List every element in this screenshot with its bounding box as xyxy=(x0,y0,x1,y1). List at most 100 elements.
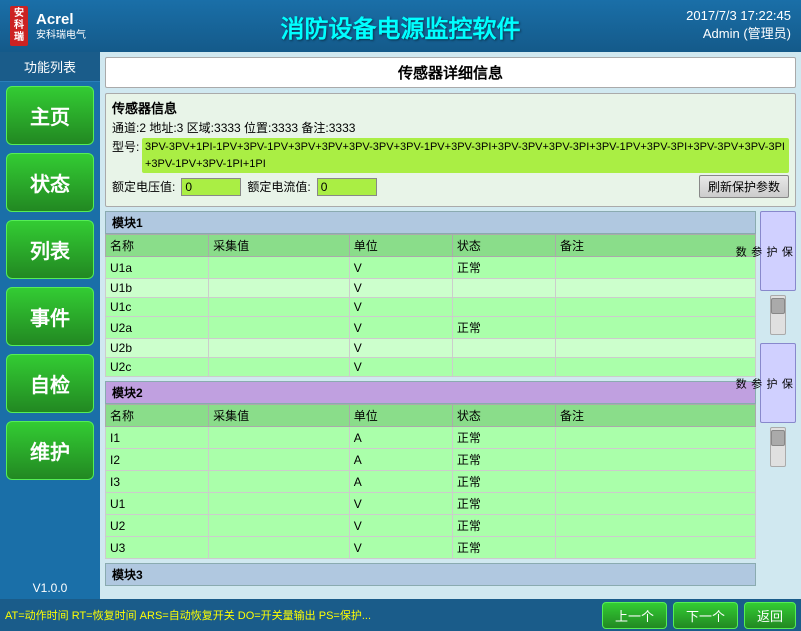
m2-cell-name: U3 xyxy=(106,537,209,559)
m2-cell-name: U1 xyxy=(106,493,209,515)
m1-cell-value xyxy=(209,257,350,279)
m2-cell-value xyxy=(209,471,350,493)
refresh-protect-btn[interactable]: 刷新保护参数 xyxy=(699,175,789,198)
m1-cell-unit: V xyxy=(349,298,452,317)
sidebar-item-home[interactable]: 主页 xyxy=(6,86,94,145)
m2-cell-status: 正常 xyxy=(452,449,555,471)
m1-col-unit: 单位 xyxy=(349,235,452,257)
m1-cell-note xyxy=(556,358,756,377)
m2-cell-name: U2 xyxy=(106,515,209,537)
scrollbar-2[interactable] xyxy=(770,427,786,467)
next-btn[interactable]: 下一个 xyxy=(673,602,738,629)
m1-cell-name: U2a xyxy=(106,317,209,339)
m1-cell-name: U1a xyxy=(106,257,209,279)
m2-cell-name: I2 xyxy=(106,449,209,471)
prev-btn[interactable]: 上一个 xyxy=(602,602,667,629)
show-protect-btn-2[interactable]: 显示保护参数 xyxy=(760,343,796,423)
type-value: 3PV-3PV+1PI-1PV+3PV-1PV+3PV+3PV+3PV-3PV+… xyxy=(142,138,789,173)
rated-row: 额定电压值: 额定电流值: 刷新保护参数 xyxy=(112,175,789,198)
m1-cell-unit: V xyxy=(349,339,452,358)
m2-cell-status: 正常 xyxy=(452,493,555,515)
rated-voltage-input[interactable] xyxy=(181,178,241,196)
sidebar-item-list[interactable]: 列表 xyxy=(6,220,94,279)
sensor-channel: 通道:2 地址:3 区域:3333 位置:3333 备注:3333 xyxy=(112,119,789,136)
m1-cell-note xyxy=(556,339,756,358)
module3-title: 模块3 xyxy=(105,563,756,586)
m2-cell-unit: V xyxy=(349,515,452,537)
m2-cell-note xyxy=(556,493,756,515)
m2-cell-name: I1 xyxy=(106,427,209,449)
sidebar-item-status[interactable]: 状态 xyxy=(6,153,94,212)
m1-cell-value xyxy=(209,339,350,358)
main-layout: 功能列表 主页 状态 列表 事件 自检 维护 V1.0.0 传感器详细信息 传感… xyxy=(0,52,801,599)
app-title: 消防设备电源监控软件 xyxy=(281,9,521,44)
logo-area: 安科瑞 Acrel 安科瑞电气 xyxy=(10,6,86,46)
module1-table: 名称 采集值 单位 状态 备注 U1a V 正常 U1b xyxy=(105,234,756,377)
sensor-type-row: 型号: 3PV-3PV+1PI-1PV+3PV-1PV+3PV+3PV+3PV-… xyxy=(112,138,789,173)
m1-cell-value xyxy=(209,358,350,377)
m2-cell-unit: A xyxy=(349,471,452,493)
sensor-info-title: 传感器信息 xyxy=(112,98,789,117)
brand-name: Acrel xyxy=(36,10,86,30)
content-area: 传感器详细信息 传感器信息 通道:2 地址:3 区域:3333 位置:3333 … xyxy=(100,52,801,599)
m1-cell-value xyxy=(209,317,350,339)
m1-cell-status xyxy=(452,298,555,317)
scrollbar-thumb-2 xyxy=(771,430,785,446)
m2-cell-note xyxy=(556,427,756,449)
logo-text: Acrel 安科瑞电气 xyxy=(36,10,86,43)
module1-block: 模块1 名称 采集值 单位 状态 备注 U xyxy=(105,211,756,377)
m2-col-name: 名称 xyxy=(106,405,209,427)
m2-cell-unit: A xyxy=(349,449,452,471)
m2-cell-status: 正常 xyxy=(452,515,555,537)
m2-cell-status: 正常 xyxy=(452,471,555,493)
sidebar-label: 功能列表 xyxy=(0,52,100,82)
m1-cell-unit: V xyxy=(349,279,452,298)
modules-area: 模块1 名称 采集值 单位 状态 备注 U xyxy=(105,211,796,594)
module-list: 模块1 名称 采集值 单位 状态 备注 U xyxy=(105,211,756,594)
show-protect-btn-1[interactable]: 显示保护参数 xyxy=(760,211,796,291)
m2-col-unit: 单位 xyxy=(349,405,452,427)
module2-title: 模块2 xyxy=(105,381,756,404)
username: Admin (管理员) xyxy=(686,23,791,42)
module1-row: U1a V 正常 xyxy=(106,257,756,279)
scrollbar-thumb-1 xyxy=(771,298,785,314)
scrollbar-1[interactable] xyxy=(770,295,786,335)
module1-row: U1c V xyxy=(106,298,756,317)
sidebar-item-maintain[interactable]: 维护 xyxy=(6,421,94,480)
brand-sub: 安科瑞电气 xyxy=(36,29,86,42)
m2-col-value: 采集值 xyxy=(209,405,350,427)
module2-row: U2 V 正常 xyxy=(106,515,756,537)
sidebar: 功能列表 主页 状态 列表 事件 自检 维护 V1.0.0 xyxy=(0,52,100,599)
m2-cell-note xyxy=(556,449,756,471)
module2-row: I3 A 正常 xyxy=(106,471,756,493)
m1-cell-unit: V xyxy=(349,317,452,339)
m2-cell-unit: A xyxy=(349,427,452,449)
m1-cell-note xyxy=(556,279,756,298)
m1-col-note: 备注 xyxy=(556,235,756,257)
m1-cell-name: U1b xyxy=(106,279,209,298)
sidebar-item-selfcheck[interactable]: 自检 xyxy=(6,354,94,413)
m2-cell-value xyxy=(209,449,350,471)
header-right: 2017/7/3 17:22:45 Admin (管理员) xyxy=(686,8,791,42)
module2-block: 模块2 名称 采集值 单位 状态 备注 I xyxy=(105,381,756,559)
m2-cell-note xyxy=(556,537,756,559)
datetime: 2017/7/3 17:22:45 xyxy=(686,8,791,23)
module1-row: U1b V xyxy=(106,279,756,298)
status-text: AT=动作时间 RT=恢复时间 ARS=自动恢复开关 DO=开关量输出 PS=保… xyxy=(5,607,596,623)
version-label: V1.0.0 xyxy=(0,577,100,599)
m2-cell-value xyxy=(209,427,350,449)
m2-cell-status: 正常 xyxy=(452,537,555,559)
header: 安科瑞 Acrel 安科瑞电气 消防设备电源监控软件 2017/7/3 17:2… xyxy=(0,0,801,52)
m1-col-value: 采集值 xyxy=(209,235,350,257)
m1-col-name: 名称 xyxy=(106,235,209,257)
page-title: 传感器详细信息 xyxy=(105,57,796,88)
sidebar-item-event[interactable]: 事件 xyxy=(6,287,94,346)
module1-row: U2a V 正常 xyxy=(106,317,756,339)
m1-cell-status: 正常 xyxy=(452,317,555,339)
rated-current-input[interactable] xyxy=(317,178,377,196)
module1-row: U2b V xyxy=(106,339,756,358)
back-btn[interactable]: 返回 xyxy=(744,602,796,629)
m1-cell-value xyxy=(209,279,350,298)
m1-cell-note xyxy=(556,257,756,279)
module2-table: 名称 采集值 单位 状态 备注 I1 A 正常 I2 xyxy=(105,404,756,559)
